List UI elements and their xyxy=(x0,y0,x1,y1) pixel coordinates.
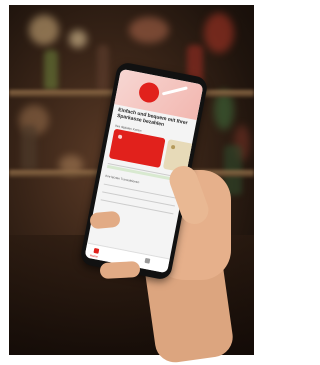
finger xyxy=(99,260,141,280)
bottle xyxy=(44,50,58,90)
transaction-row[interactable] xyxy=(102,191,175,207)
menu-icon[interactable] xyxy=(144,257,151,264)
card-chip-icon xyxy=(117,134,123,140)
sparkasse-logo-icon xyxy=(137,80,161,105)
bottle xyxy=(21,125,37,170)
nav-home-label[interactable]: Home xyxy=(90,253,99,258)
bokeh-light xyxy=(204,13,234,53)
transaction-row[interactable] xyxy=(103,183,177,199)
home-icon[interactable] xyxy=(93,247,100,254)
digital-card-red[interactable] xyxy=(108,128,166,168)
wand-icon xyxy=(161,86,188,96)
bokeh-light xyxy=(29,15,59,45)
card-chip-icon xyxy=(170,144,176,150)
bokeh-light xyxy=(129,17,169,43)
transactions-section-label: Ihre letzten Transaktionen xyxy=(105,173,140,185)
bottle xyxy=(97,45,109,91)
bokeh-light xyxy=(69,30,87,48)
